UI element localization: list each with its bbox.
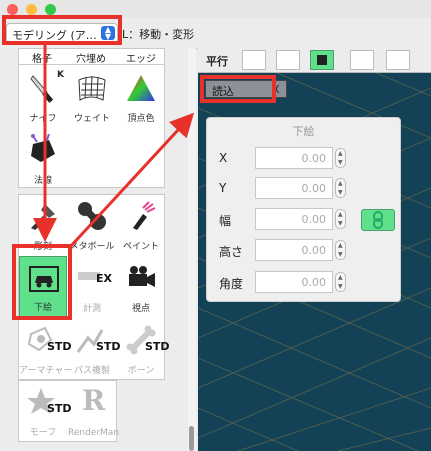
highlight-mode-select: [2, 15, 122, 45]
tool-measure-label: 計測: [82, 304, 101, 314]
sculpt-icon: [31, 204, 55, 230]
viewport-toolbar: 平行: [198, 48, 431, 73]
tool-lattice-label[interactable]: 格子: [32, 50, 52, 65]
row-width: 幅 0.00 ▲ ▼: [207, 208, 400, 232]
height-field[interactable]: 0.00: [255, 239, 333, 261]
underlay-panel: 下絵 X 0.00 ▲ ▼ Y 0.00 ▲ ▼ 幅 0.00 ▲ ▼ 高さ 0.00…: [206, 117, 401, 302]
y-label: Y: [219, 181, 227, 195]
tool-armature-label: アーマチャー: [19, 366, 73, 376]
tool-renderman-label: RenderMan: [68, 428, 120, 438]
minimize-window-icon[interactable]: [26, 4, 37, 15]
width-value: 0.00: [301, 213, 327, 226]
tool-renderman[interactable]: R RenderMan: [68, 380, 120, 442]
row-x: X 0.00 ▲ ▼: [207, 147, 400, 171]
highlight-underlay-tool: [12, 244, 72, 320]
tool-normal-label: 法線: [33, 176, 52, 186]
tool-weight[interactable]: ウェイト: [68, 66, 116, 128]
knife-icon: [30, 75, 54, 103]
tool-metaball-label: メタボール: [69, 242, 115, 252]
tool-armature[interactable]: STD アーマチャー: [19, 318, 73, 380]
y-field[interactable]: 0.00: [255, 177, 333, 199]
std-badge: STD: [145, 340, 170, 353]
width-stepper[interactable]: ▲ ▼: [335, 209, 346, 229]
tool-viewpoint[interactable]: 視点: [117, 256, 165, 318]
y-value: 0.00: [301, 182, 327, 195]
weight-mesh-icon: [78, 75, 106, 101]
tool-paint[interactable]: ペイント: [117, 194, 165, 256]
height-label: 高さ: [219, 245, 244, 259]
knife-shortcut-badge: K: [57, 70, 64, 80]
tool-edge-label[interactable]: エッジ: [126, 50, 156, 65]
tool-morph[interactable]: STD モーフ: [19, 380, 72, 442]
aspect-link-button[interactable]: [361, 209, 395, 231]
tool-knife-label: ナイフ: [29, 114, 57, 124]
view-mode-label[interactable]: 平行: [206, 53, 228, 69]
height-stepper[interactable]: ▲ ▼: [335, 240, 346, 260]
tool-viewpoint-label: 視点: [131, 304, 150, 314]
angle-field[interactable]: 0.00: [255, 271, 333, 293]
tool-fill-hole-label[interactable]: 穴埋め: [76, 50, 106, 65]
row-y: Y 0.00 ▲ ▼: [207, 177, 400, 201]
x-stepper[interactable]: ▲ ▼: [335, 148, 346, 168]
angle-value: 0.00: [301, 276, 327, 289]
paint-brush-icon: [133, 201, 156, 230]
tool-bone-label: ボーン: [127, 366, 155, 376]
palette-scroll-thumb[interactable]: [189, 426, 194, 451]
wireframe-view-button[interactable]: [350, 50, 374, 70]
tool-path-duplicate-label: パス複製: [73, 366, 110, 376]
palette-scrollbar[interactable]: [188, 48, 196, 451]
divider: [18, 64, 165, 65]
row-angle: 角度 0.00 ▲ ▼: [207, 271, 400, 295]
tool-bone[interactable]: STD ボーン: [117, 318, 170, 380]
tool-path-duplicate[interactable]: STD パス複製: [68, 318, 121, 380]
tool-metaball[interactable]: メタボール: [68, 194, 116, 256]
angle-label: 角度: [219, 277, 244, 291]
x-field[interactable]: 0.00: [255, 147, 333, 169]
width-label: 幅: [219, 214, 232, 228]
tool-paint-label: ペイント: [122, 242, 159, 252]
normal-icon: [31, 134, 55, 162]
ex-badge: EX: [96, 272, 112, 285]
link-chain-icon: [373, 211, 383, 229]
highlight-read-tab: [200, 75, 276, 103]
solid-square-icon: [317, 55, 327, 65]
select-rect-button[interactable]: [242, 50, 266, 70]
metaball-icon: [78, 202, 106, 230]
tool-vertex-color[interactable]: 頂点色: [117, 66, 165, 128]
height-value: 0.00: [301, 244, 327, 257]
zoom-window-icon[interactable]: [45, 4, 56, 15]
tool-knife[interactable]: K ナイフ: [19, 66, 67, 128]
angle-stepper[interactable]: ▲ ▼: [335, 272, 346, 292]
close-window-icon[interactable]: [7, 4, 18, 15]
renderman-icon: R: [82, 384, 106, 417]
y-stepper[interactable]: ▲ ▼: [335, 178, 346, 198]
width-field[interactable]: 0.00: [255, 208, 333, 230]
tool-weight-label: ウェイト: [73, 114, 110, 124]
cube-view-button[interactable]: [386, 50, 410, 70]
tool-measure[interactable]: EX 計測: [68, 256, 116, 318]
solid-view-button[interactable]: [310, 50, 334, 70]
panel-title: 下絵: [292, 125, 315, 138]
tool-normal[interactable]: 法線: [19, 128, 67, 190]
tool-vertex-color-label: 頂点色: [127, 114, 155, 124]
camera-icon: [129, 266, 155, 287]
x-label: X: [219, 151, 228, 165]
tool-morph-label: モーフ: [29, 428, 57, 438]
row-height: 高さ 0.00 ▲ ▼: [207, 239, 400, 263]
select-frame-button[interactable]: [276, 50, 300, 70]
shortcut-hint: L：移動・変形: [122, 28, 195, 41]
x-value: 0.00: [301, 152, 327, 165]
vertex-color-icon: [127, 75, 155, 101]
